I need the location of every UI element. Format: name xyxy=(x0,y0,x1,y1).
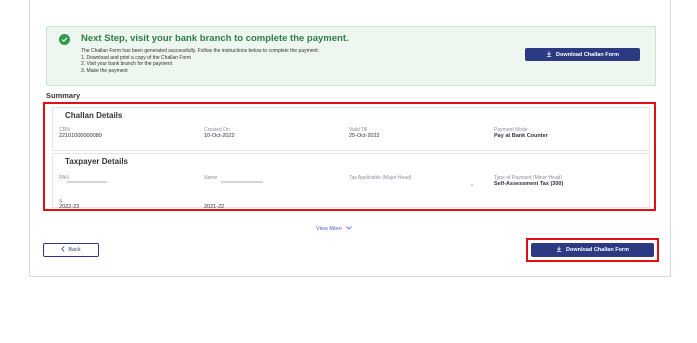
download-challan-button-top[interactable]: Download Challan Form xyxy=(525,48,640,61)
check-circle-icon xyxy=(59,34,70,45)
download-button-label: Download Challan Form xyxy=(566,247,629,253)
view-more-label: View More xyxy=(316,226,342,232)
download-icon xyxy=(546,51,552,59)
summary-highlight-box xyxy=(43,102,656,211)
download-challan-button-bottom[interactable]: Download Challan Form xyxy=(531,243,654,257)
instruction-line: 3. Make the payment xyxy=(81,67,128,74)
view-more-link[interactable]: View More xyxy=(316,226,352,232)
download-icon xyxy=(556,246,562,254)
back-label: Back xyxy=(68,247,81,253)
back-button[interactable]: Back xyxy=(43,243,99,257)
summary-heading: Summary xyxy=(46,91,81,100)
instruction-line: The Challan Form has been generated succ… xyxy=(81,48,320,54)
notice-instructions: The Challan Form has been generated succ… xyxy=(81,48,319,74)
download-button-label: Download Challan Form xyxy=(556,51,619,58)
next-step-notice: Next Step, visit your bank branch to com… xyxy=(46,26,656,86)
notice-title: Next Step, visit your bank branch to com… xyxy=(81,33,349,44)
chevron-left-icon xyxy=(61,246,65,254)
chevron-down-icon xyxy=(346,226,352,232)
